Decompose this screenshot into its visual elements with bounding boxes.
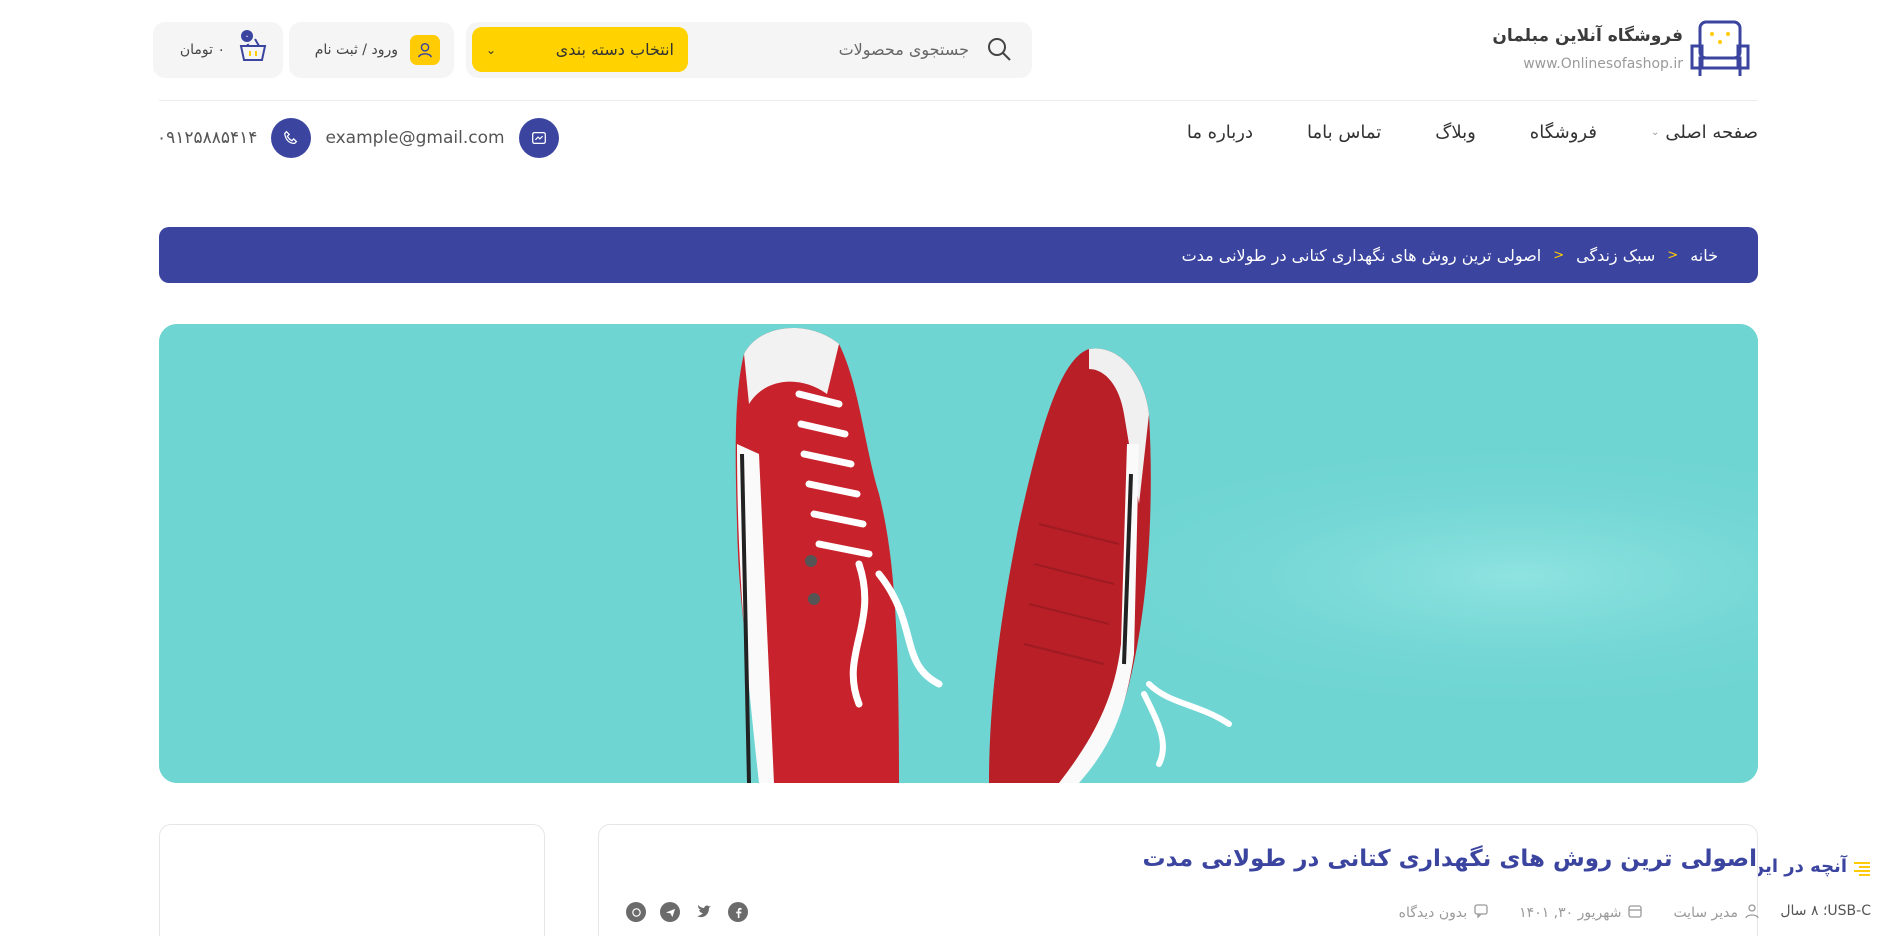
article-author-label: مدیر سایت	[1673, 905, 1738, 921]
nav-contact[interactable]: تماس باما	[1307, 122, 1381, 143]
article-date-label: شهریور ۳۰, ۱۴۰۱	[1519, 905, 1622, 921]
article-comments[interactable]: بدون دیدگاه	[1399, 903, 1489, 923]
breadcrumb: خانه < سبک زندگی < اصولی ترین روش های نگ…	[159, 227, 1758, 283]
breadcrumb-category[interactable]: سبک زندگی	[1576, 246, 1655, 265]
chevron-down-icon: ⌄	[486, 42, 497, 57]
breadcrumb-chevron-icon: <	[1667, 247, 1679, 263]
toc-card	[159, 824, 545, 936]
article-comments-label: بدون دیدگاه	[1398, 905, 1468, 921]
cart-button[interactable]: ۰ ۰ تومان	[153, 22, 283, 78]
main-nav: صفحه اصلی ⌄ فروشگاه وبلاگ تماس باما دربا…	[1187, 122, 1758, 143]
contact-phone[interactable]: ۰۹۱۲۵۸۸۵۴۱۴	[157, 128, 257, 148]
breadcrumb-current: اصولی ترین روش های نگهداری کتانی در طولا…	[1181, 245, 1542, 265]
login-button[interactable]: ورود / ثبت نام	[289, 22, 454, 78]
breadcrumb-home[interactable]: خانه	[1690, 246, 1718, 265]
nav-about[interactable]: درباره ما	[1187, 122, 1253, 143]
share-buttons	[626, 902, 748, 922]
toc-item[interactable]: USB-C؛ ۸ سال	[1780, 903, 1871, 919]
article-date: شهریور ۳۰, ۱۴۰۱	[1519, 903, 1643, 923]
twitter-icon[interactable]	[694, 902, 714, 922]
brand-url: www.Onlinesofashop.ir	[1523, 56, 1683, 72]
article-title: اصولی ترین روش های نگهداری کتانی در طولا…	[1142, 846, 1758, 872]
header-divider	[159, 100, 1758, 101]
user-icon	[1744, 903, 1760, 923]
article-meta: مدیر سایت شهریور ۳۰, ۱۴۰۱ بدون دیدگاه	[1399, 903, 1760, 923]
user-icon	[410, 35, 440, 65]
breadcrumb-chevron-icon: <	[1553, 247, 1565, 263]
brand-title[interactable]: فروشگاه آنلاین مبلمان	[1492, 26, 1683, 46]
login-label: ورود / ثبت نام	[314, 42, 398, 58]
facebook-icon[interactable]	[728, 902, 748, 922]
nav-shop[interactable]: فروشگاه	[1530, 122, 1597, 143]
search-input[interactable]	[779, 36, 969, 62]
cart-count-badge: ۰	[239, 28, 255, 44]
category-select[interactable]: انتخاب دسته بندی ⌄	[472, 27, 688, 72]
nav-blog[interactable]: وبلاگ	[1435, 122, 1476, 143]
article-author[interactable]: مدیر سایت	[1673, 903, 1760, 923]
whatsapp-icon[interactable]	[626, 902, 646, 922]
telegram-icon[interactable]	[660, 902, 680, 922]
basket-icon: ۰	[237, 28, 269, 66]
comment-icon	[1473, 903, 1489, 923]
cart-total: ۰ تومان	[179, 42, 225, 58]
email-icon[interactable]	[518, 118, 559, 158]
search-icon[interactable]	[986, 36, 1012, 62]
nav-home[interactable]: صفحه اصلی ⌄	[1651, 122, 1758, 143]
contact-info: example@gmail.com ۰۹۱۲۵۸۸۵۴۱۴	[157, 118, 559, 158]
chevron-down-icon: ⌄	[1650, 127, 1660, 138]
contact-email[interactable]: example@gmail.com	[325, 128, 504, 148]
nav-home-label: صفحه اصلی	[1665, 122, 1758, 143]
category-select-label: انتخاب دسته بندی	[555, 40, 674, 59]
sofa-icon[interactable]	[1688, 18, 1752, 82]
calendar-icon	[1627, 903, 1643, 923]
list-icon	[1851, 858, 1873, 880]
hero-image	[159, 324, 1758, 783]
phone-icon[interactable]	[271, 118, 312, 158]
